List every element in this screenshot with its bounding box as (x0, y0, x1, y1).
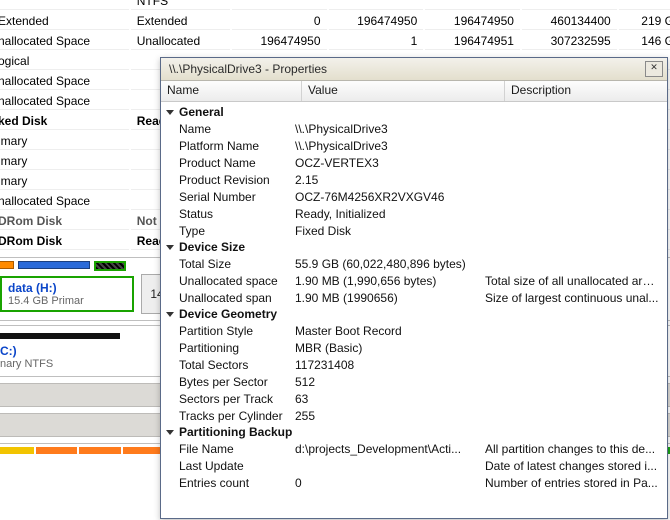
property-row[interactable]: Product Revision2.15 (161, 171, 667, 188)
property-row[interactable]: Total Size55.9 GB (60,022,480,896 bytes) (161, 255, 667, 272)
property-value: 55.9 GB (60,022,480,896 bytes) (295, 257, 485, 271)
property-row[interactable]: Unallocated space1.90 MB (1,990,656 byte… (161, 272, 667, 289)
properties-body[interactable]: GeneralName\\.\PhysicalDrive3Platform Na… (161, 102, 667, 518)
property-name: Unallocated space (179, 274, 295, 288)
property-row[interactable]: Sectors per Track63 (161, 390, 667, 407)
property-name: Partition Style (179, 324, 295, 338)
property-value: \\.\PhysicalDrive3 (295, 122, 485, 136)
property-name: Status (179, 207, 295, 221)
segment-dark (0, 333, 120, 339)
section-title: Device Geometry (179, 307, 277, 321)
property-name: Serial Number (179, 190, 295, 204)
chevron-down-icon (165, 309, 175, 319)
property-value: \\.\PhysicalDrive3 (295, 139, 485, 153)
property-name: Bytes per Sector (179, 375, 295, 389)
chevron-down-icon (165, 242, 175, 252)
property-name: Platform Name (179, 139, 295, 153)
property-name: File Name (179, 442, 295, 456)
column-header-value[interactable]: Value (302, 81, 505, 101)
property-row[interactable]: Entries count0Number of entries stored i… (161, 474, 667, 491)
property-name: Total Sectors (179, 358, 295, 372)
close-button[interactable]: ✕ (645, 61, 663, 77)
property-name: Partitioning (179, 341, 295, 355)
property-name: Sectors per Track (179, 392, 295, 406)
property-row[interactable]: Unallocated span1.90 MB (1990656)Size of… (161, 289, 667, 306)
property-row[interactable]: Tracks per Cylinder255 (161, 407, 667, 424)
property-row[interactable]: Total Sectors117231408 (161, 356, 667, 373)
table-row[interactable]: ExtendedExtended019647495019647495046013… (0, 12, 670, 30)
property-value: Fixed Disk (295, 224, 485, 238)
property-value: 2.15 (295, 173, 485, 187)
section-header[interactable]: Device Geometry (161, 306, 667, 322)
property-row[interactable]: Bytes per Sector512 (161, 373, 667, 390)
property-name: Product Revision (179, 173, 295, 187)
segment-orange (0, 261, 14, 269)
properties-window: \\.\PhysicalDrive3 - Properties ✕ Name V… (160, 57, 668, 519)
property-name: Total Size (179, 257, 295, 271)
property-row[interactable]: TypeFixed Disk (161, 222, 667, 239)
section-title: General (179, 105, 224, 119)
property-description: All partition changes to this de... (485, 442, 663, 456)
column-header-description[interactable]: Description (505, 81, 667, 101)
property-value: 63 (295, 392, 485, 406)
property-row[interactable]: Product NameOCZ-VERTEX3 (161, 154, 667, 171)
property-name: Last Update (179, 459, 295, 473)
properties-titlebar[interactable]: \\.\PhysicalDrive3 - Properties ✕ (161, 58, 667, 81)
properties-title: \\.\PhysicalDrive3 - Properties (169, 62, 327, 76)
table-row[interactable]: nallocated SpaceUnallocated1964749501196… (0, 32, 670, 50)
section-header[interactable]: Partitioning Backup (161, 424, 667, 440)
table-row[interactable]: NTFS (0, 0, 670, 10)
section-header[interactable]: General (161, 104, 667, 120)
property-value: Ready, Initialized (295, 207, 485, 221)
chevron-down-icon (165, 427, 175, 437)
property-name: Entries count (179, 476, 295, 490)
property-value: OCZ-76M4256XR2VXGV46 (295, 190, 485, 204)
property-value: 1.90 MB (1990656) (295, 291, 485, 305)
property-value: Master Boot Record (295, 324, 485, 338)
segment-blue (18, 261, 90, 269)
column-header-name[interactable]: Name (161, 81, 302, 101)
property-row[interactable]: File Named:\projects_Development\Acti...… (161, 440, 667, 457)
property-value: 1.90 MB (1,990,656 bytes) (295, 274, 485, 288)
section-title: Partitioning Backup (179, 425, 292, 439)
property-value: d:\projects_Development\Acti... (295, 442, 485, 456)
property-name: Unallocated span (179, 291, 295, 305)
partition-title: data (H:) (8, 281, 126, 295)
column-header-row: Name Value Description (161, 81, 667, 102)
property-row[interactable]: Name\\.\PhysicalDrive3 (161, 120, 667, 137)
close-icon: ✕ (650, 63, 658, 73)
partition-card[interactable]: data (H:) 15.4 GB Primar (0, 276, 134, 312)
property-description: Date of latest changes stored i... (485, 459, 663, 473)
section-header[interactable]: Device Size (161, 239, 667, 255)
property-row[interactable]: StatusReady, Initialized (161, 205, 667, 222)
property-name: Tracks per Cylinder (179, 409, 295, 423)
property-value: 255 (295, 409, 485, 423)
chevron-down-icon (165, 107, 175, 117)
segment-green (94, 261, 126, 271)
property-row[interactable]: PartitioningMBR (Basic) (161, 339, 667, 356)
property-row[interactable]: Serial NumberOCZ-76M4256XR2VXGV46 (161, 188, 667, 205)
property-value: MBR (Basic) (295, 341, 485, 355)
property-description: Total size of all unallocated are... (485, 274, 663, 288)
property-description: Number of entries stored in Pa... (485, 476, 663, 490)
property-value: 117231408 (295, 358, 485, 372)
property-row[interactable]: Partition StyleMaster Boot Record (161, 322, 667, 339)
property-description: Size of largest continuous unal... (485, 291, 663, 305)
partition-sub: 15.4 GB Primar (8, 295, 126, 307)
property-name: Name (179, 122, 295, 136)
property-row[interactable]: Last Update Date of latest changes stored… (161, 457, 667, 474)
section-title: Device Size (179, 240, 245, 254)
property-value: 512 (295, 375, 485, 389)
property-value: 0 (295, 476, 485, 490)
property-name: Product Name (179, 156, 295, 170)
property-value: OCZ-VERTEX3 (295, 156, 485, 170)
property-row[interactable]: Platform Name\\.\PhysicalDrive3 (161, 137, 667, 154)
property-name: Type (179, 224, 295, 238)
